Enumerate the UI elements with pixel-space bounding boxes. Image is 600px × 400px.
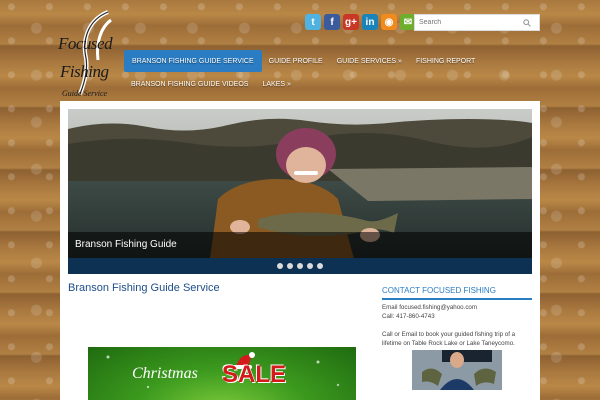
slider-pagination	[68, 258, 532, 274]
nav-branson-fishing-guide-service[interactable]: Branson Fishing Guide Service	[124, 50, 262, 72]
nav-fishing-report[interactable]: Fishing Report	[409, 50, 482, 72]
contact-phone: Call: 417-860-4743	[382, 313, 435, 320]
slide-caption: Branson Fishing Guide	[75, 239, 177, 250]
linkedin-icon[interactable]: in	[362, 14, 378, 30]
page-title: Branson Fishing Guide Service	[68, 282, 220, 294]
promo-christmas-text: Christmas	[132, 365, 198, 382]
search-icon[interactable]	[520, 16, 534, 30]
main-nav-row-2: Branson Fishing Guide Videos Lakes »	[124, 76, 298, 92]
sidebar-divider	[382, 298, 532, 300]
logo-line-guide-service: Guide Service	[62, 89, 108, 98]
nav-branson-fishing-guide-videos[interactable]: Branson Fishing Guide Videos	[124, 76, 255, 92]
promo-sale-text: SALE	[222, 361, 287, 388]
content-panel: Branson Fishing Guide Branson Fishing Gu…	[60, 101, 540, 400]
slider-dot[interactable]	[317, 263, 323, 269]
guide-photo	[412, 350, 502, 390]
slider-dot[interactable]	[287, 263, 293, 269]
slider-dot[interactable]	[277, 263, 283, 269]
search-input[interactable]	[415, 19, 520, 26]
sidebar-title: Contact Focused Fishing	[382, 286, 496, 295]
main-nav-row-1: Branson Fishing Guide Service Guide Prof…	[124, 50, 482, 72]
rss-icon[interactable]: ◉	[381, 14, 397, 30]
nav-lakes[interactable]: Lakes »	[255, 76, 297, 92]
christmas-sale-banner[interactable]: Christmas SALE	[88, 347, 356, 400]
contact-email[interactable]: Email focused.fishing@yahoo.com	[382, 304, 477, 313]
nav-guide-profile[interactable]: Guide Profile	[262, 50, 330, 72]
social-links: t f g+ in ◉ ✉	[305, 14, 416, 30]
nav-guide-services[interactable]: Guide Services »	[330, 50, 409, 72]
site-logo[interactable]: Focused Fishing Guide Service	[58, 10, 130, 98]
google-plus-icon[interactable]: g+	[343, 14, 359, 30]
slider-dot[interactable]	[297, 263, 303, 269]
search-box	[414, 14, 540, 31]
page: Focused Fishing Guide Service tfg+in◉✉ B…	[0, 0, 600, 400]
logo-line-fishing: Fishing	[60, 62, 109, 81]
twitter-icon[interactable]: t	[305, 14, 321, 30]
facebook-icon[interactable]: f	[324, 14, 340, 30]
slide-caption-bar: Branson Fishing Guide	[68, 232, 532, 258]
slider-dot[interactable]	[307, 263, 313, 269]
logo-line-focused: Focused	[58, 34, 113, 53]
contact-blurb: Call or Email to book your guided fishin…	[382, 331, 516, 347]
image-slider[interactable]: Branson Fishing Guide	[68, 109, 532, 274]
